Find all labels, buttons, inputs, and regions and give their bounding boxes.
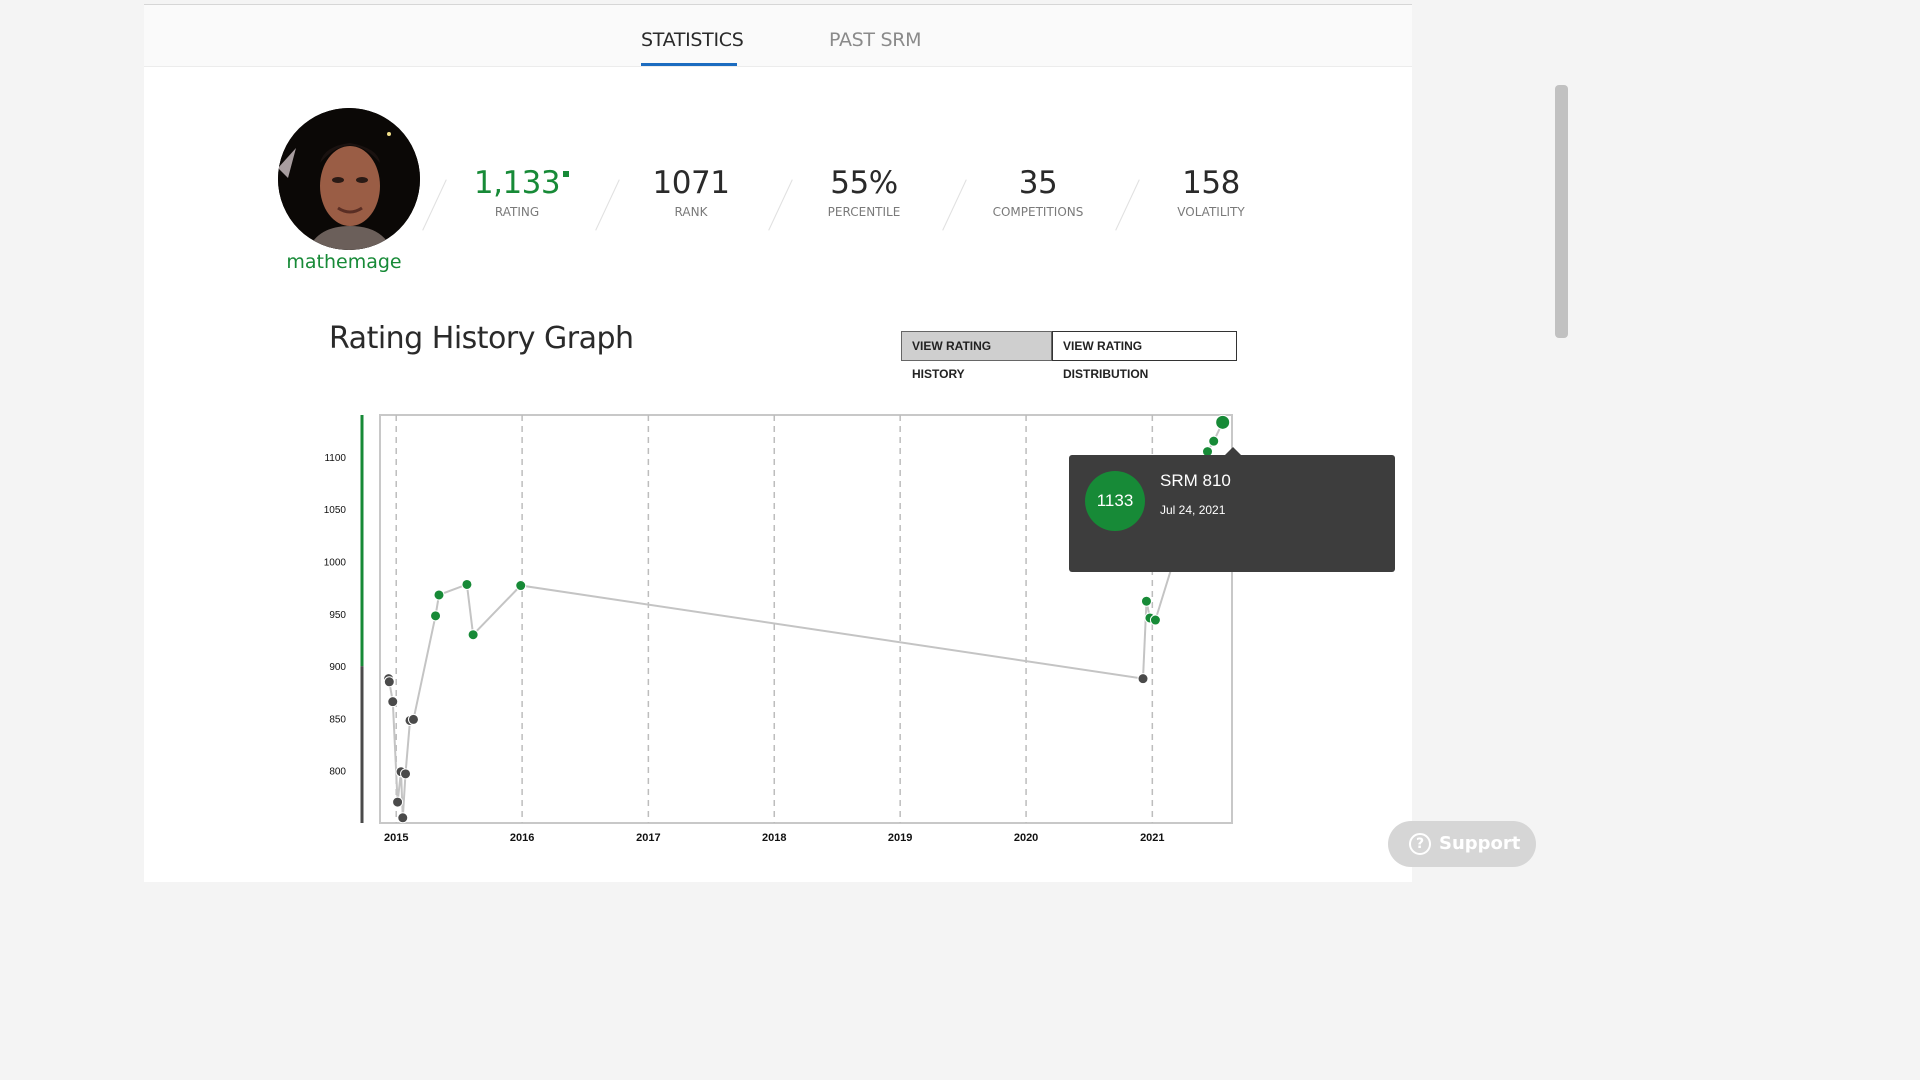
y-tick-label: 950 [329,610,346,621]
support-label: Support [1439,833,1521,854]
stat-competitions-value: 35 [1018,165,1058,201]
support-button[interactable]: ? Support [1388,821,1536,867]
rating-point [433,589,445,601]
profile-card: STATISTICS PAST SRM mathemage 1,133 RATI… [144,4,1412,882]
view-rating-distribution-button[interactable]: VIEW RATING DISTRIBUTION [1052,331,1237,381]
rating-point [387,696,399,708]
active-tab-indicator [641,63,737,66]
rating-point [383,676,395,688]
y-tick-label: 1100 [324,453,346,464]
rating-tooltip: 1133 SRM 810 Jul 24, 2021 [1069,455,1395,572]
rating-point [392,796,404,808]
y-tick-label: 1000 [324,557,347,568]
divider [422,179,447,231]
y-tick-label: 900 [329,662,346,673]
rating-point [467,629,479,641]
x-tick-label: 2021 [1140,832,1164,844]
y-tick-label: 850 [329,714,346,725]
stat-competitions-label: COMPETITIONS [992,205,1084,219]
tab-statistics[interactable]: STATISTICS [641,29,744,51]
question-circle-icon: ? [1409,833,1431,855]
y-tick-label: 1050 [324,505,347,516]
stat-rank-value: 1071 [652,165,730,201]
rating-point [1208,435,1220,447]
stat-rating-label: RATING [494,205,540,219]
tooltip-date: Jul 24, 2021 [1160,503,1226,517]
x-tick-label: 2018 [762,832,786,844]
x-tick-label: 2019 [888,832,912,844]
rating-point [1149,614,1161,626]
tab-past-srm[interactable]: PAST SRM [829,29,922,51]
divider [768,179,793,231]
divider [942,179,967,231]
stat-rank: 1071 RANK [631,165,751,219]
rating-point [1140,595,1152,607]
stat-volatility-label: VOLATILITY [1177,205,1245,219]
divider [595,179,620,231]
scrollbar-thumb[interactable] [1555,85,1568,338]
y-tick-label: 800 [329,767,346,778]
handle[interactable]: mathemage [264,251,424,273]
rating-point [400,768,412,780]
rating-point [1137,673,1149,685]
stat-volatility: 158 VOLATILITY [1151,165,1271,219]
stat-percentile-label: PERCENTILE [827,205,901,219]
divider [1115,179,1140,231]
tooltip-rating-badge: 1133 [1085,471,1145,531]
x-tick-label: 2020 [1014,832,1038,844]
rating-point [515,580,527,592]
rating-color-marker [563,171,569,177]
stat-percentile: 55% PERCENTILE [804,165,924,219]
stat-rating: 1,133 RATING [457,165,577,219]
rating-point [407,713,419,725]
stat-volatility-value: 158 [1182,165,1240,201]
avatar-photo [278,108,420,250]
stat-rank-label: RANK [674,205,708,219]
avatar[interactable] [278,108,420,250]
rating-point [397,812,409,824]
stat-rating-value: 1,133 [473,165,561,201]
tooltip-contest-name: SRM 810 [1160,471,1231,490]
stat-competitions: 35 COMPETITIONS [978,165,1098,219]
x-tick-label: 2017 [636,832,660,844]
rating-point [1215,414,1231,430]
x-tick-label: 2016 [510,832,534,844]
graph-title: Rating History Graph [329,321,634,356]
rating-point [461,578,473,590]
x-tick-label: 2015 [384,832,408,844]
rating-point [430,610,442,622]
view-rating-history-button[interactable]: VIEW RATING HISTORY [901,331,1052,381]
stat-percentile-value: 55% [830,165,898,201]
tab-bar: STATISTICS PAST SRM [144,5,1412,67]
